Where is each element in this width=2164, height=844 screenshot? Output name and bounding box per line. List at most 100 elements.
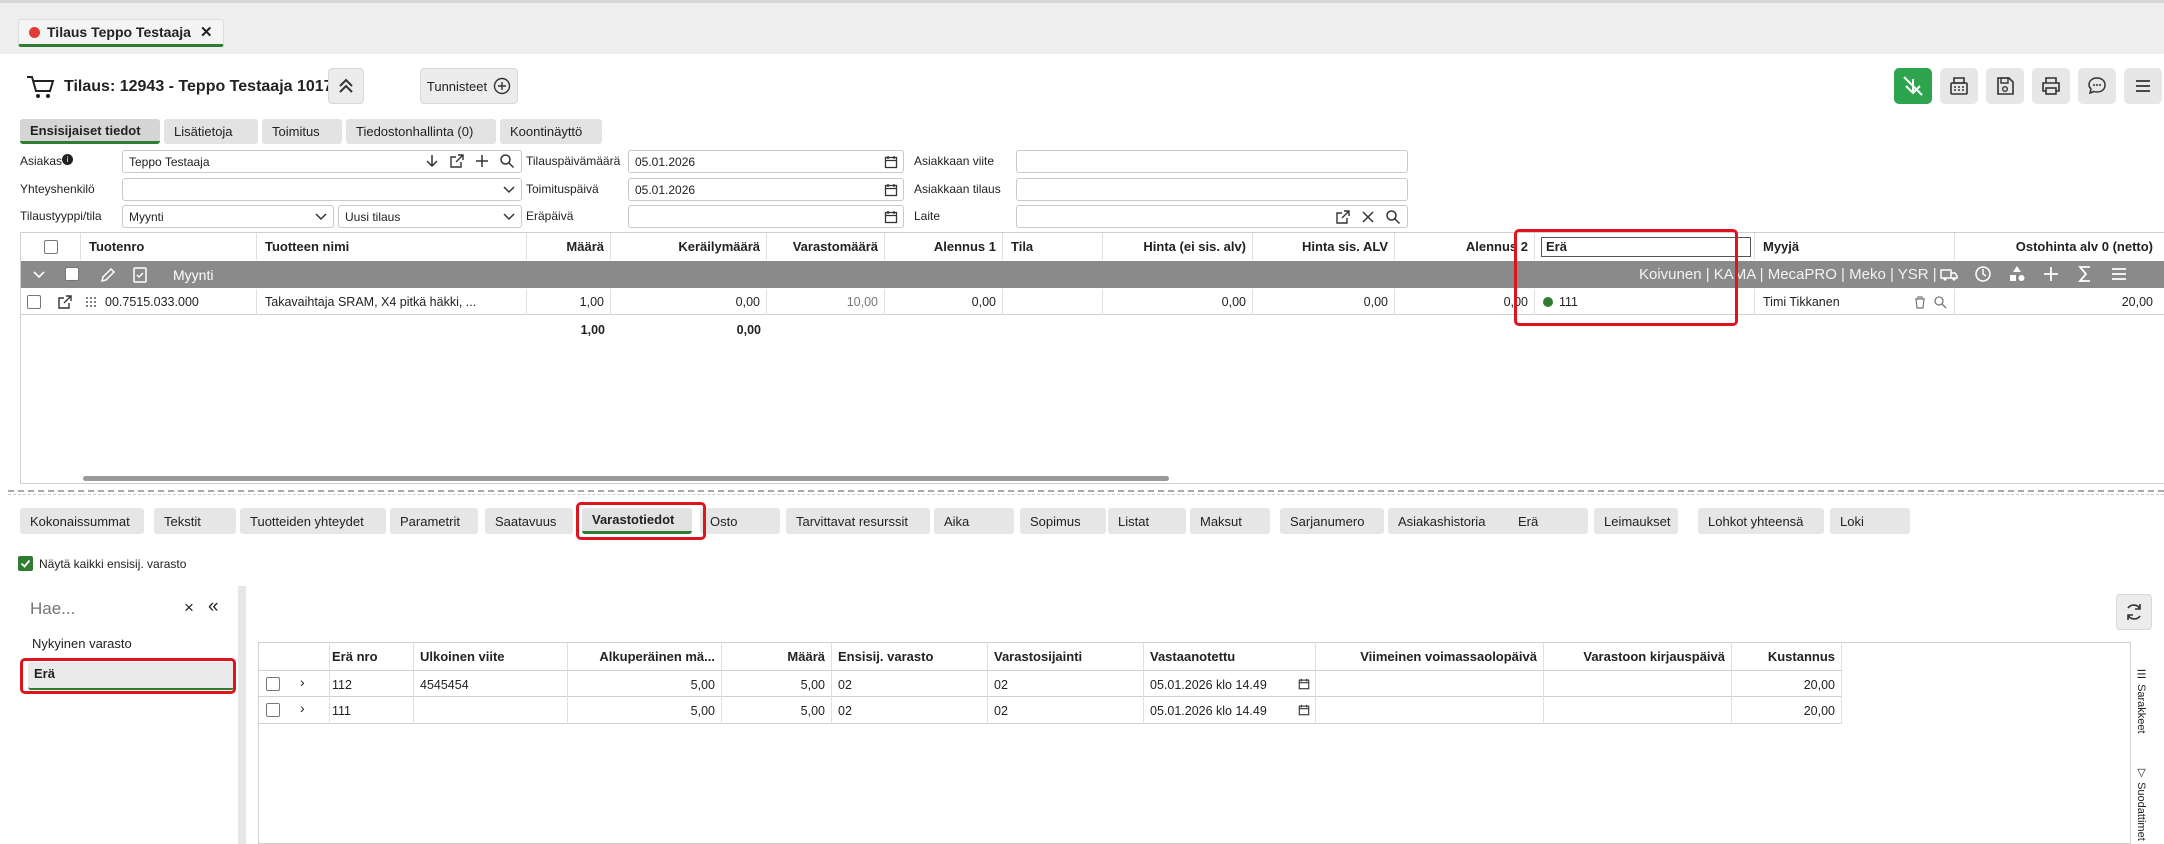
- product-no[interactable]: 00.7515.033.000: [105, 289, 257, 315]
- price-inc-cell[interactable]: 0,00: [1253, 289, 1395, 315]
- lot-warehouse[interactable]: 02: [832, 697, 988, 724]
- lot-expiry[interactable]: [1316, 697, 1544, 724]
- tab-resources[interactable]: Tarvittavat resurssit: [786, 508, 930, 534]
- lot-orig-qty[interactable]: 5,00: [568, 697, 722, 724]
- lot-qty[interactable]: 5,00: [722, 697, 832, 724]
- customer-input[interactable]: Teppo Testaaja: [122, 150, 522, 173]
- lot-received[interactable]: 05.01.2026 klo 14.49: [1144, 697, 1316, 724]
- lots-col-qty[interactable]: Määrä: [722, 642, 832, 670]
- col-header-product-name[interactable]: Tuotteen nimi: [257, 233, 527, 260]
- tab-payments[interactable]: Maksut: [1190, 508, 1270, 534]
- pick-qty-cell[interactable]: 0,00: [611, 289, 767, 315]
- lots-col-orig-qty[interactable]: Alkuperäinen mä...: [568, 642, 722, 670]
- cash-register-button[interactable]: [1940, 68, 1978, 104]
- clear-icon[interactable]: [1360, 209, 1376, 225]
- lot-ext-ref[interactable]: 4545454: [414, 671, 568, 698]
- tab-serial[interactable]: Sarjanumero: [1280, 508, 1384, 534]
- open-external-icon[interactable]: [1335, 209, 1351, 225]
- lot-warehouse[interactable]: 02: [832, 671, 988, 698]
- price-ex-cell[interactable]: 0,00: [1103, 289, 1253, 315]
- lots-col-received[interactable]: Vastaanotettu: [1144, 642, 1316, 670]
- tab-customer-history[interactable]: Asiakashistoria: [1388, 508, 1512, 534]
- lot-cost[interactable]: 20,00: [1732, 671, 1842, 698]
- col-header-cost[interactable]: Ostohinta alv 0 (netto): [1955, 233, 2164, 260]
- order-type-select[interactable]: Myynti: [122, 205, 334, 228]
- tab-batch[interactable]: Erä: [1508, 508, 1588, 534]
- clipboard-check-icon[interactable]: [131, 265, 149, 283]
- tab-purchase[interactable]: Osto: [700, 508, 780, 534]
- columns-side-tab[interactable]: ☰ Sarakkeet: [2135, 668, 2148, 734]
- calendar-icon[interactable]: [884, 155, 898, 169]
- calendar-icon[interactable]: [884, 210, 898, 224]
- col-header-status[interactable]: Tila: [1003, 233, 1103, 260]
- calendar-icon[interactable]: [884, 183, 898, 197]
- lot-location[interactable]: 02: [988, 697, 1144, 724]
- subtab-delivery[interactable]: Toimitus: [262, 119, 342, 144]
- add-row-icon[interactable]: [2041, 264, 2061, 284]
- col-header-price-ex[interactable]: Hinta (ei sis. alv): [1103, 233, 1253, 260]
- tab-lists[interactable]: Listat: [1108, 508, 1186, 534]
- due-date-input[interactable]: [628, 205, 904, 228]
- subtab-files[interactable]: Tiedostonhallinta (0): [346, 119, 496, 144]
- side-item-current-stock[interactable]: Nykyinen varasto: [32, 636, 132, 651]
- seller-cell[interactable]: Timi Tikkanen: [1755, 289, 1955, 315]
- add-icon[interactable]: [474, 153, 490, 169]
- subtab-primary[interactable]: Ensisijaiset tiedot: [20, 119, 160, 144]
- lot-orig-qty[interactable]: 5,00: [568, 671, 722, 698]
- trash-icon[interactable]: [1913, 295, 1927, 309]
- document-tab[interactable]: Tilaus Teppo Testaaja ✕: [18, 19, 224, 47]
- tab-contract[interactable]: Sopimus: [1020, 508, 1106, 534]
- save-button[interactable]: [1986, 68, 2024, 104]
- hamburger-icon[interactable]: [2109, 264, 2129, 284]
- checkbox-checked-icon[interactable]: [18, 556, 33, 571]
- chevron-down-icon[interactable]: [33, 270, 45, 280]
- lots-col-cost[interactable]: Kustannus: [1732, 642, 1842, 670]
- search-icon[interactable]: [1385, 209, 1401, 225]
- col-header-qty[interactable]: Määrä: [527, 233, 611, 260]
- comments-button[interactable]: [2078, 68, 2116, 104]
- search-icon[interactable]: [1933, 295, 1947, 309]
- lot-posted[interactable]: [1544, 671, 1732, 698]
- lot-expiry[interactable]: [1316, 671, 1544, 698]
- cust-order-input[interactable]: [1016, 178, 1408, 201]
- lot-no[interactable]: 111: [330, 697, 414, 724]
- group-checkbox[interactable]: [65, 267, 79, 281]
- horizontal-scrollbar[interactable]: [83, 476, 1169, 481]
- discount1-cell[interactable]: 0,00: [885, 289, 1003, 315]
- open-external-icon[interactable]: [57, 294, 73, 310]
- lot-received[interactable]: 05.01.2026 klo 14.49: [1144, 671, 1316, 698]
- col-header-stock-qty[interactable]: Varastomäärä: [767, 233, 885, 260]
- order-line-row[interactable]: 00.7515.033.000 Takavaihtaja SRAM, X4 pi…: [21, 289, 2164, 315]
- delivery-date-input[interactable]: 05.01.2026: [628, 178, 904, 201]
- col-header-seller[interactable]: Myyjä: [1755, 233, 1955, 260]
- delivery-truck-icon[interactable]: [1939, 264, 1959, 284]
- status-cell[interactable]: [1003, 289, 1103, 315]
- lots-col-posted[interactable]: Varastoon kirjauspäivä: [1544, 642, 1732, 670]
- col-header-discount1[interactable]: Alennus 1: [885, 233, 1003, 260]
- show-all-toggle[interactable]: Näytä kaikki ensisij. varasto: [18, 556, 186, 571]
- lot-no[interactable]: 112: [330, 671, 414, 698]
- print-button[interactable]: [2032, 68, 2070, 104]
- lot-posted[interactable]: [1544, 697, 1732, 724]
- lots-col-location[interactable]: Varastosijainti: [988, 642, 1144, 670]
- calendar-icon[interactable]: [1298, 704, 1310, 716]
- shapes-icon[interactable]: [2007, 264, 2027, 284]
- pencil-icon[interactable]: [99, 266, 117, 284]
- tab-stamps[interactable]: Leimaukset: [1594, 508, 1678, 534]
- device-input[interactable]: [1016, 205, 1408, 228]
- cust-ref-input[interactable]: [1016, 150, 1408, 173]
- arrow-down-icon[interactable]: [424, 153, 440, 169]
- col-header-pick-qty[interactable]: Keräilymäärä: [611, 233, 767, 260]
- search-icon[interactable]: [499, 153, 515, 169]
- open-external-icon[interactable]: [449, 153, 465, 169]
- order-status-select[interactable]: Uusi tilaus: [338, 205, 522, 228]
- product-name[interactable]: Takavaihtaja SRAM, X4 pitkä häkki, ...: [257, 289, 527, 315]
- col-header-price-inc[interactable]: Hinta sis. ALV: [1253, 233, 1395, 260]
- calendar-icon[interactable]: [1298, 678, 1310, 690]
- tags-button[interactable]: Tunnisteet: [420, 68, 518, 104]
- side-search-input[interactable]: [30, 596, 180, 622]
- qty-cell[interactable]: 1,00: [527, 289, 611, 315]
- tab-log[interactable]: Loki: [1830, 508, 1910, 534]
- collapse-header-button[interactable]: [328, 68, 364, 104]
- offline-toggle-button[interactable]: [1894, 68, 1932, 104]
